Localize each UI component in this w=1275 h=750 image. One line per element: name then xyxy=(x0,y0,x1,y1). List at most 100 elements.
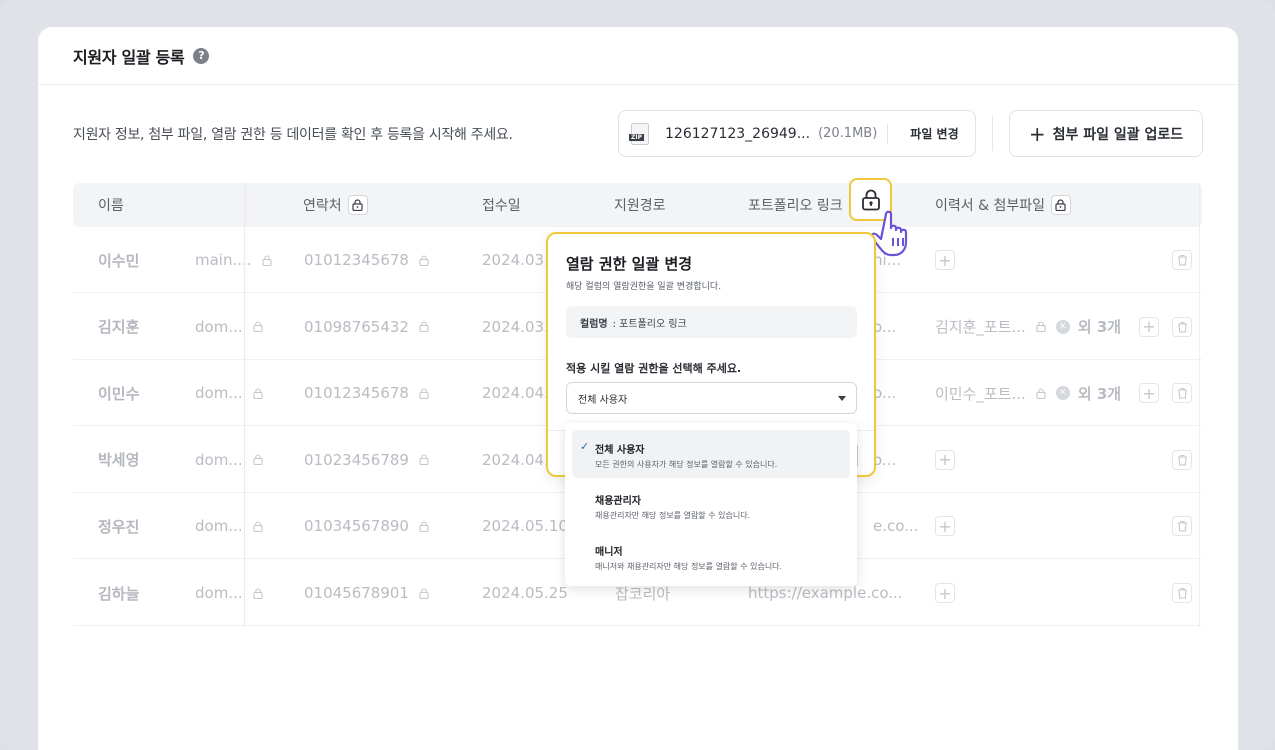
phone-cell: 01012345678 xyxy=(304,227,429,293)
file-box: ZIP 126127123_26949... (20.1MB) 파일 변경 xyxy=(618,110,976,157)
lock-icon[interactable] xyxy=(1050,195,1071,215)
divider xyxy=(887,123,889,144)
modal-subtitle: 해당 컬럼의 열람권한을 일괄 변경합니다. xyxy=(566,282,722,292)
add-file-button[interactable]: + xyxy=(1139,316,1160,337)
received-date: 2024.03. xyxy=(482,317,549,336)
lock-icon xyxy=(253,454,263,466)
permission-select[interactable]: 전체 사용자 xyxy=(566,382,857,414)
email-cell: dom... xyxy=(195,427,263,493)
trash-icon[interactable] xyxy=(1172,516,1192,537)
received-date: 2024.04. xyxy=(482,384,549,403)
delete-cell xyxy=(1172,493,1192,559)
header-resume: 이력서 & 첨부파일 xyxy=(935,183,1071,227)
remove-icon[interactable]: ✕ xyxy=(1055,319,1070,334)
lock-icon xyxy=(419,587,429,599)
email-cell: main.... xyxy=(195,227,272,293)
trash-icon[interactable] xyxy=(1172,583,1192,603)
header-name: 이름 xyxy=(98,198,124,214)
resume-cell: + xyxy=(935,560,955,626)
zip-file-icon: ZIP xyxy=(629,122,649,145)
add-file-button[interactable]: + xyxy=(935,449,955,470)
delete-cell xyxy=(1172,294,1192,360)
lock-icon xyxy=(419,454,429,466)
resume-cell: + xyxy=(935,427,955,493)
lock-icon xyxy=(419,388,429,399)
card-header: 지원자 일괄 등록 ? xyxy=(38,27,1238,85)
remove-icon[interactable]: ✕ xyxy=(1055,386,1070,401)
portfolio-link[interactable]: e.co... xyxy=(873,493,918,559)
applicant-name: 박세영 xyxy=(98,451,140,470)
change-file-button[interactable]: 파일 변경 xyxy=(910,125,958,142)
email-cell: dom... xyxy=(195,493,263,559)
page-title: 지원자 일괄 등록 xyxy=(73,47,185,67)
applicant-name: 김지훈 xyxy=(98,318,140,337)
frozen-column-edge xyxy=(244,183,245,627)
frozen-column-edge xyxy=(1199,183,1200,627)
received-date: 2024.05.25 xyxy=(482,584,568,602)
delete-cell xyxy=(1172,427,1192,493)
phone-cell: 01045678901 xyxy=(304,560,429,626)
file-name: 126127123_26949... xyxy=(665,125,811,142)
lock-icon xyxy=(419,254,429,266)
permission-dropdown: ✓ 전체 사용자 모든 권한의 사용자가 해당 정보를 열람할 수 있습니다. … xyxy=(565,423,857,586)
lock-icon xyxy=(1036,321,1046,333)
header-received: 접수일 xyxy=(482,198,521,214)
applicant-name: 이민수 xyxy=(98,384,140,403)
description-text: 지원자 정보, 첨부 파일, 열람 권한 등 데이터를 확인 후 등록을 시작해… xyxy=(73,127,513,143)
add-file-button[interactable]: + xyxy=(935,516,955,537)
check-icon: ✓ xyxy=(580,440,590,453)
phone-cell: 01098765432 xyxy=(304,294,429,360)
phone-cell: 01012345678 xyxy=(304,360,429,426)
applicant-name: 이수민 xyxy=(98,251,140,270)
email-cell: dom... xyxy=(195,294,263,360)
trash-icon[interactable] xyxy=(1172,383,1192,404)
permission-question: 적용 시킬 열람 권한을 선택해 주세요. xyxy=(566,362,742,375)
option-manager[interactable]: 매니저 매니저와 채용관리자만 해당 정보를 열람할 수 있습니다. xyxy=(572,532,850,580)
trash-icon[interactable] xyxy=(1172,449,1192,470)
chevron-down-icon xyxy=(838,396,846,401)
bulk-upload-label: 첨부 파일 일괄 업로드 xyxy=(1052,126,1184,143)
lock-icon[interactable] xyxy=(347,195,368,215)
applicant-name: 정우진 xyxy=(98,517,140,536)
lock-icon xyxy=(419,321,429,333)
received-date: 2024.03. xyxy=(482,251,549,269)
file-size: (20.1MB) xyxy=(818,126,878,141)
add-file-button[interactable]: + xyxy=(935,583,955,603)
applicant-table: 이름 연락처 접수일 지원경로 포트폴리오 링크 이력서 & 첨부파일 이수민 m… xyxy=(73,183,1202,627)
resume-cell: 이민수_포트... ✕ 외 3개 + xyxy=(935,360,1160,426)
lock-icon xyxy=(253,321,263,333)
lock-icon xyxy=(1036,388,1046,399)
resume-cell: + xyxy=(935,493,955,559)
portfolio-link[interactable]: o... xyxy=(873,294,896,360)
lock-icon xyxy=(262,254,272,266)
portfolio-link[interactable]: o... xyxy=(873,427,896,493)
trash-icon[interactable] xyxy=(1172,316,1192,337)
lock-icon xyxy=(253,587,263,599)
phone-cell: 01034567890 xyxy=(304,493,429,559)
applicant-name: 김하늘 xyxy=(98,584,140,603)
lock-icon xyxy=(253,388,263,399)
option-recruit-admin[interactable]: 채용관리자 채용관리자만 해당 정보를 열람할 수 있습니다. xyxy=(572,481,850,529)
pointer-hand-icon xyxy=(872,210,908,257)
delete-cell xyxy=(1172,227,1192,293)
trash-icon[interactable] xyxy=(1172,250,1192,270)
email-cell: dom... xyxy=(195,560,263,626)
lock-icon xyxy=(253,521,263,532)
help-icon[interactable]: ? xyxy=(193,47,210,64)
phone-cell: 01023456789 xyxy=(304,427,429,493)
header-portfolio: 포트폴리오 링크 xyxy=(748,198,843,214)
option-all-users[interactable]: ✓ 전체 사용자 모든 권한의 사용자가 해당 정보를 열람할 수 있습니다. xyxy=(572,430,850,478)
header-contact: 연락처 xyxy=(303,183,368,227)
email-cell: dom... xyxy=(195,360,263,426)
bulk-upload-button[interactable]: + 첨부 파일 일괄 업로드 xyxy=(1009,110,1203,157)
plus-icon: + xyxy=(1028,121,1046,146)
add-file-button[interactable]: + xyxy=(935,250,955,270)
resume-cell: 김지훈_포트... ✕ 외 3개 + xyxy=(935,294,1160,360)
add-file-button[interactable]: + xyxy=(1139,383,1160,404)
modal-title: 열람 권한 일괄 변경 xyxy=(566,255,693,273)
column-name-chip: 컬럼명 : 포트폴리오 링크 xyxy=(566,306,857,338)
delete-cell xyxy=(1172,360,1192,426)
resume-cell: + xyxy=(935,227,955,293)
portfolio-link[interactable]: o... xyxy=(873,360,896,426)
lock-icon xyxy=(419,521,429,532)
